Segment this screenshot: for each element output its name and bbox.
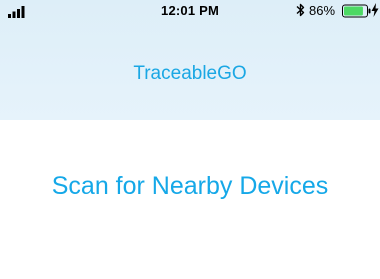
app-title: TraceableGO xyxy=(133,63,247,84)
charging-icon xyxy=(371,3,379,17)
status-bar: 12:01 PM 86% xyxy=(0,0,380,22)
battery-icon xyxy=(342,4,371,18)
scan-for-devices-button[interactable]: Scan for Nearby Devices xyxy=(0,172,380,201)
bluetooth-icon xyxy=(296,3,305,17)
app-header: 12:01 PM 86% TraceableGO xyxy=(0,0,380,120)
battery-percent: 86% xyxy=(309,3,336,18)
